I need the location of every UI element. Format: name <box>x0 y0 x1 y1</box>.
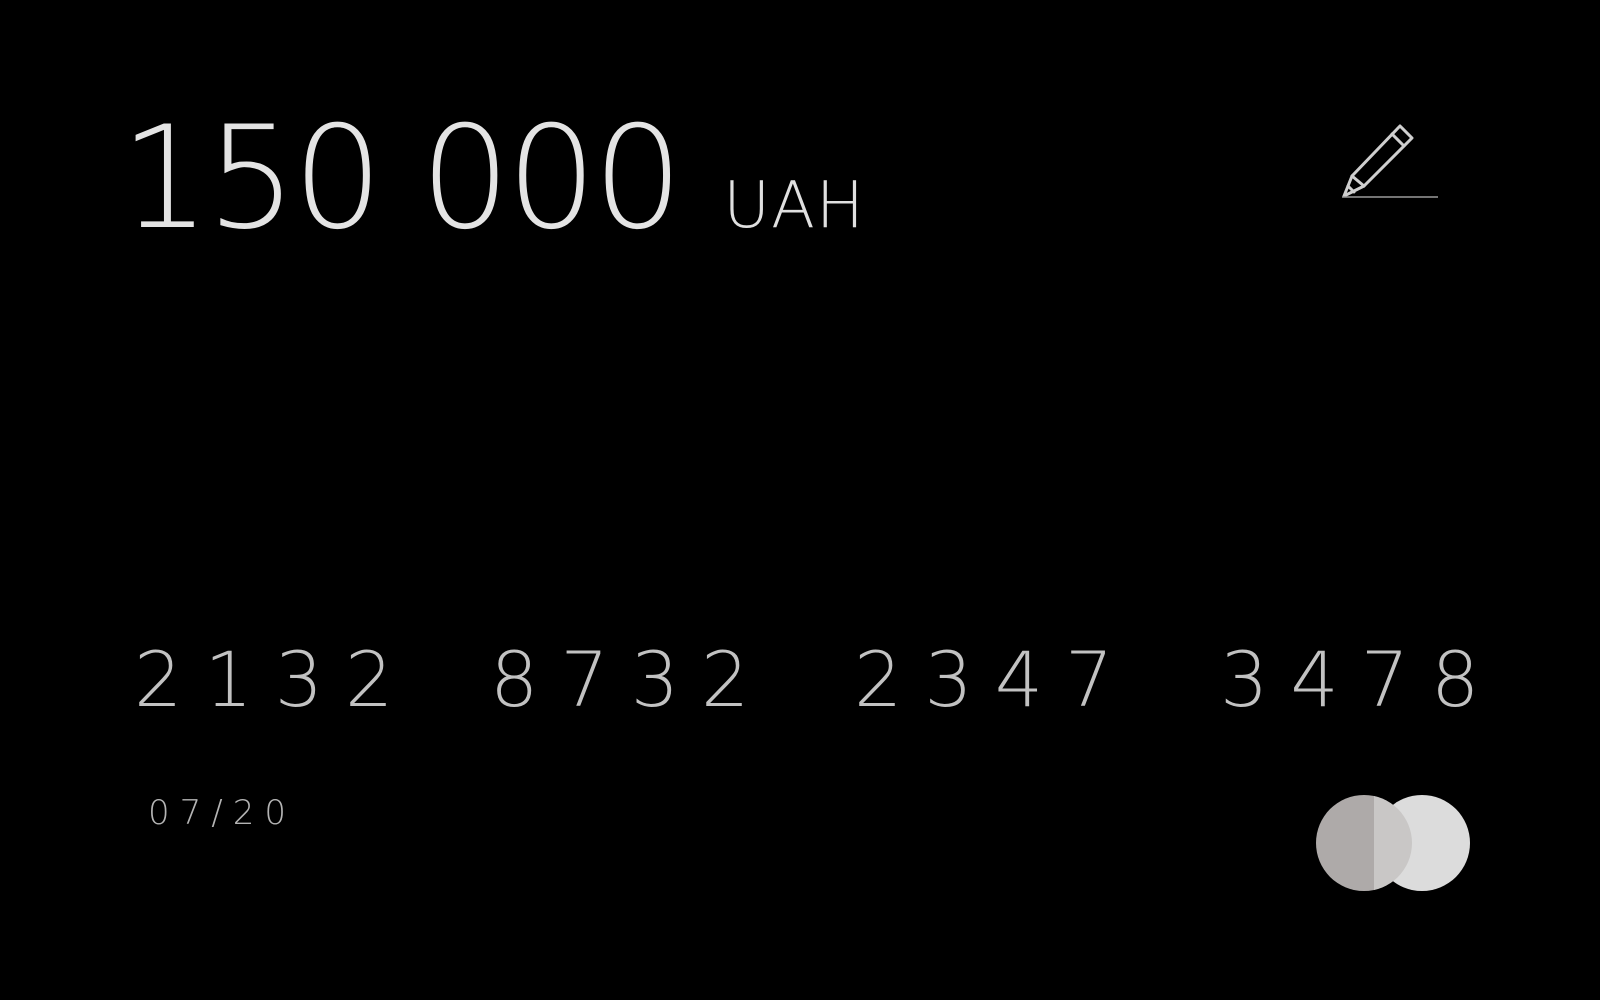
edit-button[interactable] <box>1340 118 1440 200</box>
pencil-icon <box>1340 118 1440 200</box>
card-number-group-3: 2347 <box>854 635 1136 724</box>
balance-currency: UAH <box>723 169 865 243</box>
card-balance: 150 000 UAH <box>120 108 865 250</box>
card-expiry: 07/20 <box>148 793 296 833</box>
card-number-group-2: 8732 <box>490 635 772 724</box>
bank-card: 150 000 UAH 2132 8732 2347 3478 07/20 <box>0 0 1600 1000</box>
card-number: 2132 8732 2347 3478 <box>0 642 1600 722</box>
mastercard-logo <box>1316 795 1476 891</box>
card-number-group-4: 3478 <box>1220 635 1502 724</box>
balance-amount: 150 000 <box>120 96 683 261</box>
logo-circle-overlap <box>1374 795 1412 891</box>
card-number-group-1: 2132 <box>134 635 416 724</box>
